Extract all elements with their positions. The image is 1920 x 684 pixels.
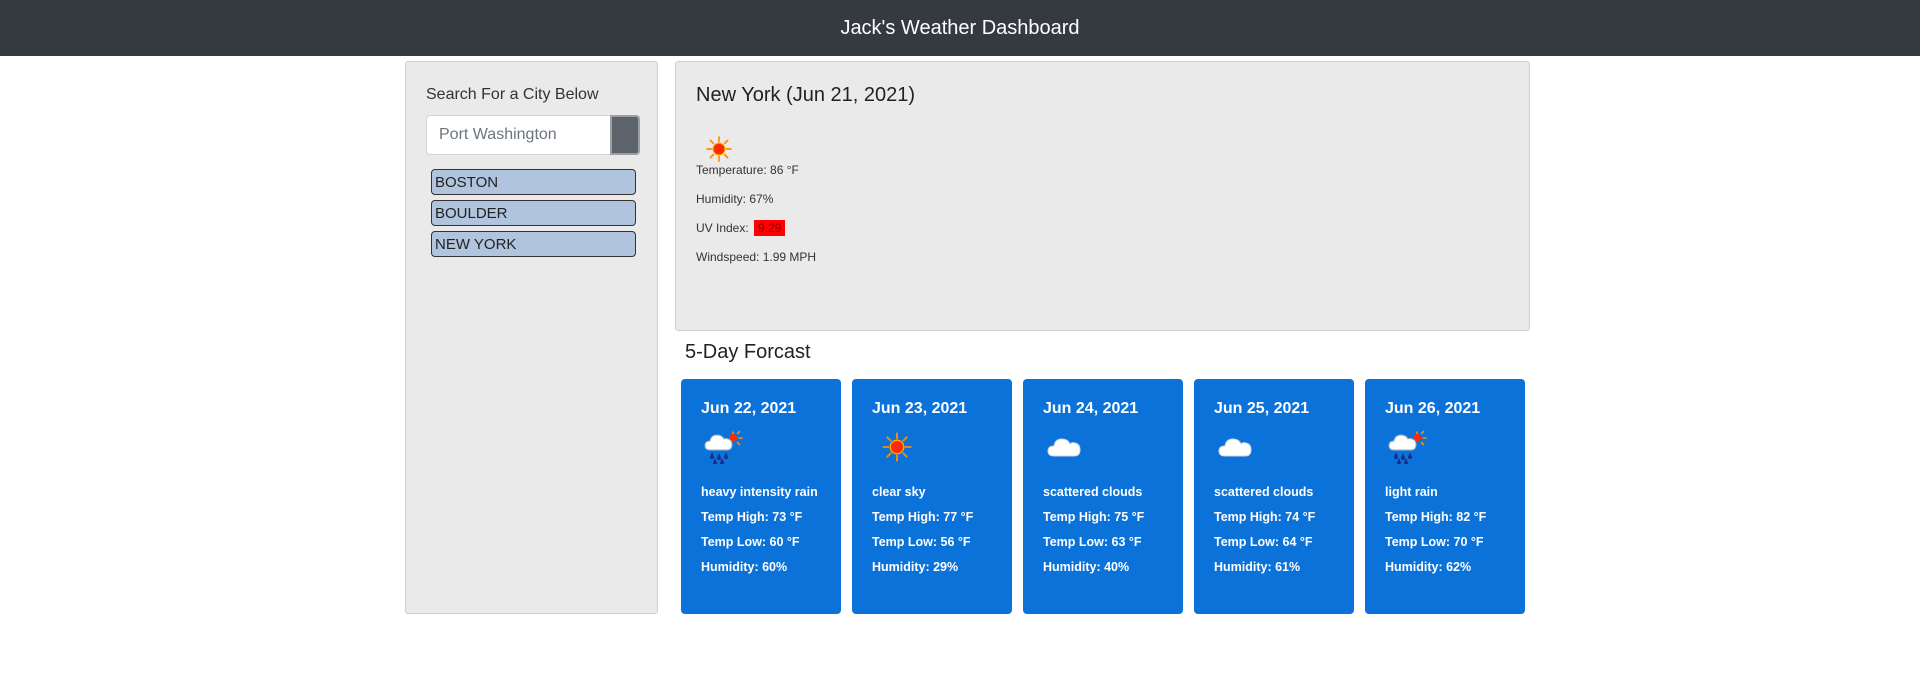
forecast-humidity: Humidity: 60% <box>701 560 788 574</box>
search-form <box>426 115 647 155</box>
search-button[interactable] <box>610 115 640 155</box>
uv-label: UV Index: <box>696 221 749 235</box>
current-temperature: Temperature: 86 °F <box>696 163 799 177</box>
current-city-date: New York (Jun 21, 2021) <box>696 84 916 106</box>
forecast-temp-high: Temp High: 77 °F <box>872 510 974 524</box>
uv-value: 9.29 <box>758 221 782 235</box>
forecast-temp-high: Temp High: 73 °F <box>701 510 803 524</box>
forecast-temp-low: Temp Low: 56 °F <box>872 535 971 549</box>
rain-icon <box>1387 430 1427 464</box>
forecast-description: clear sky <box>872 485 926 499</box>
navbar: Jack's Weather Dashboard <box>0 0 1920 56</box>
forecast-card: Jun 25, 2021 scattered clouds Temp High:… <box>1194 379 1354 614</box>
forecast-humidity: Humidity: 62% <box>1385 560 1472 574</box>
sun-icon <box>704 134 734 164</box>
forecast-temp-low: Temp Low: 70 °F <box>1385 535 1484 549</box>
current-humidity: Humidity: 67% <box>696 192 774 206</box>
forecast-temp-high: Temp High: 82 °F <box>1385 510 1487 524</box>
forecast-description: scattered clouds <box>1043 485 1143 499</box>
forecast-temp-low: Temp Low: 63 °F <box>1043 535 1142 549</box>
forecast-humidity: Humidity: 29% <box>872 560 959 574</box>
search-sidebar: Search For a City Below BOSTON BOULDER N… <box>405 61 658 614</box>
forecast-humidity: Humidity: 40% <box>1043 560 1130 574</box>
forecast-temp-low: Temp Low: 64 °F <box>1214 535 1313 549</box>
search-history-list: BOSTON BOULDER NEW YORK <box>431 169 641 262</box>
uv-badge: 9.29 <box>754 220 786 236</box>
forecast-card: Jun 26, 2021 light rain Temp High: 82 °F… <box>1365 379 1525 614</box>
forecast-date: Jun 23, 2021 <box>872 400 968 417</box>
forecast-date: Jun 22, 2021 <box>701 400 797 417</box>
forecast-date: Jun 24, 2021 <box>1043 400 1139 417</box>
history-item-new-york[interactable]: NEW YORK <box>431 231 636 257</box>
sun-icon <box>880 430 914 464</box>
cloud-icon <box>1045 430 1085 464</box>
forecast-humidity: Humidity: 61% <box>1214 560 1301 574</box>
cloud-icon <box>1216 430 1256 464</box>
current-uv-index: UV Index: 9.29 <box>696 220 786 236</box>
forecast-description: light rain <box>1385 485 1438 499</box>
forecast-date: Jun 26, 2021 <box>1385 400 1481 417</box>
forecast-card: Jun 22, 2021 heavy intensity rain Temp H… <box>681 379 841 614</box>
forecast-temp-high: Temp High: 75 °F <box>1043 510 1145 524</box>
search-label: Search For a City Below <box>426 86 599 103</box>
forecast-date: Jun 25, 2021 <box>1214 400 1310 417</box>
current-windspeed: Windspeed: 1.99 MPH <box>696 250 817 264</box>
history-item-boulder[interactable]: BOULDER <box>431 200 636 226</box>
current-weather-card: New York (Jun 21, 2021) Temperature: 86 … <box>675 61 1530 331</box>
forecast-temp-low: Temp Low: 60 °F <box>701 535 800 549</box>
rain-icon <box>703 430 743 464</box>
forecast-description: heavy intensity rain <box>701 485 818 499</box>
forecast-card: Jun 23, 2021 clear sky Temp High: 77 °F … <box>852 379 1012 614</box>
app-title: Jack's Weather Dashboard <box>840 16 1080 39</box>
city-search-input[interactable] <box>426 115 610 155</box>
history-item-boston[interactable]: BOSTON <box>431 169 636 195</box>
forecast-description: scattered clouds <box>1214 485 1314 499</box>
forecast-card: Jun 24, 2021 scattered clouds Temp High:… <box>1023 379 1183 614</box>
forecast-title: 5-Day Forcast <box>685 341 811 363</box>
forecast-temp-high: Temp High: 74 °F <box>1214 510 1316 524</box>
